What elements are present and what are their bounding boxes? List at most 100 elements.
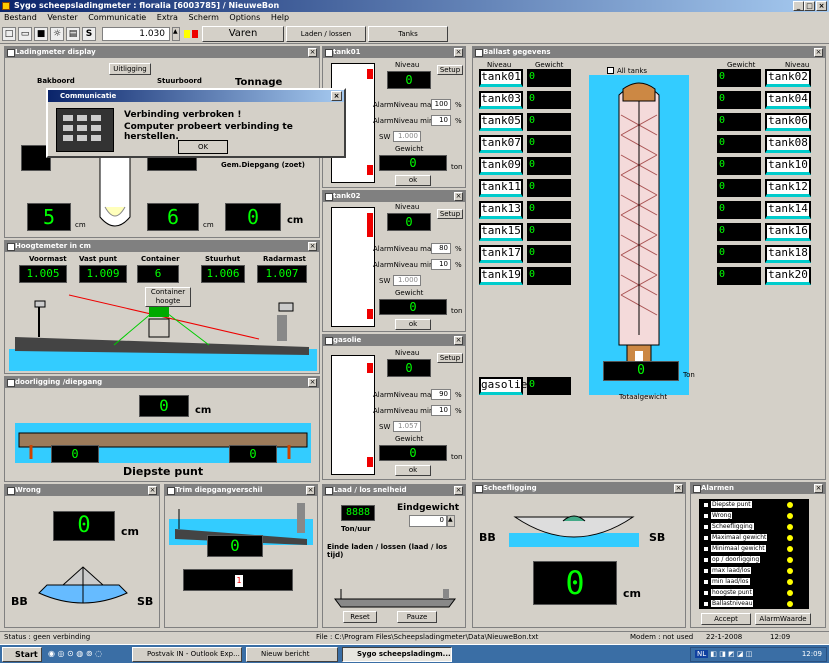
close-icon[interactable]: ×	[308, 242, 317, 251]
gasolie-setup-button[interactable]: Setup	[437, 353, 463, 363]
alarm-checkbox[interactable]	[703, 600, 709, 607]
ballast-tank-label-tank01[interactable]: tank01	[479, 69, 523, 87]
close-icon[interactable]: ×	[454, 48, 463, 57]
alarm-item[interactable]: Scheefligging	[703, 523, 793, 531]
ballast-tank-label-tank04[interactable]: tank04	[765, 91, 811, 109]
gasolie-tank-label[interactable]: gasolie	[479, 377, 527, 395]
reset-button[interactable]: Reset	[343, 611, 377, 623]
gasolie-min-input[interactable]: 10	[431, 405, 451, 416]
menu-bestand[interactable]: Bestand	[4, 13, 37, 22]
pauze-button[interactable]: Pauze	[397, 611, 437, 623]
alarm-item[interactable]: Ballastniveau	[703, 600, 793, 608]
all-tanks-checkbox[interactable]	[607, 67, 614, 74]
gasolie-max-input[interactable]: 90	[431, 389, 451, 400]
alarm-item[interactable]: Maximaal gewicht	[703, 534, 793, 542]
close-icon[interactable]: ×	[308, 48, 317, 57]
close-icon[interactable]: ×	[148, 486, 157, 495]
tank02-sw-input[interactable]: 1.000	[393, 275, 421, 286]
tank01-min-input[interactable]: 10	[431, 115, 451, 126]
ballast-tank-label-tank16[interactable]: tank16	[765, 223, 811, 241]
maximize-button[interactable]: □	[804, 1, 815, 11]
tank01-sw-input[interactable]: 1.000	[393, 131, 421, 142]
folder-icon[interactable]: ▤	[66, 27, 80, 41]
close-icon[interactable]: ×	[454, 336, 463, 345]
menu-options[interactable]: Options	[229, 13, 260, 22]
alarm-checkbox[interactable]	[703, 589, 709, 596]
alarm-checkbox[interactable]	[703, 578, 709, 585]
task-nieuw-bericht[interactable]: Nieuw bericht	[246, 647, 338, 662]
uitligging-button[interactable]: Uitligging	[109, 63, 151, 75]
tank02-max-input[interactable]: 80	[431, 243, 451, 254]
lang-indicator[interactable]: NL	[695, 650, 709, 658]
alarm-item[interactable]: max laad/los	[703, 567, 793, 575]
menu-venster[interactable]: Venster	[47, 13, 77, 22]
ballast-tank-label-tank13[interactable]: tank13	[479, 201, 523, 219]
ballast-tank-label-tank10[interactable]: tank10	[765, 157, 811, 175]
alarm-item[interactable]: Diepste punt	[703, 501, 793, 509]
ballast-tank-label-tank05[interactable]: tank05	[479, 113, 523, 131]
alarm-item[interactable]: op / doorligging	[703, 556, 793, 564]
ballast-tank-label-tank18[interactable]: tank18	[765, 245, 811, 263]
save-icon[interactable]: ■	[34, 27, 48, 41]
s-icon[interactable]: S	[82, 27, 96, 41]
menu-extra[interactable]: Extra	[157, 13, 178, 22]
close-icon[interactable]: ×	[306, 486, 315, 495]
settings-icon[interactable]: ☼	[50, 27, 64, 41]
ballast-tank-label-tank20[interactable]: tank20	[765, 267, 811, 285]
ballast-tank-label-tank14[interactable]: tank14	[765, 201, 811, 219]
ballast-tank-label-tank09[interactable]: tank09	[479, 157, 523, 175]
tank02-ok-button[interactable]: ok	[395, 319, 431, 330]
alarmwaarde-button[interactable]: AlarmWaarde	[755, 613, 811, 625]
menu-help[interactable]: Help	[271, 13, 289, 22]
alarm-item[interactable]: hoogste punt	[703, 589, 793, 597]
tank01-ok-button[interactable]: ok	[395, 175, 431, 186]
dialog-ok-button[interactable]: OK	[178, 140, 228, 154]
alarm-checkbox[interactable]	[703, 567, 709, 574]
tray-icons[interactable]: ◧ ◨ ◩ ◪ ◫	[710, 650, 752, 658]
dialog-close-button[interactable]: ×	[331, 91, 342, 101]
tank02-setup-button[interactable]: Setup	[437, 209, 463, 219]
ballast-tank-label-tank15[interactable]: tank15	[479, 223, 523, 241]
alarm-item[interactable]: Minimaal gewicht	[703, 545, 793, 553]
tank02-min-input[interactable]: 10	[431, 259, 451, 270]
laden-lossen-button[interactable]: Laden / lossen	[286, 26, 366, 42]
ballast-tank-label-tank08[interactable]: tank08	[765, 135, 811, 153]
ballast-tank-label-tank12[interactable]: tank12	[765, 179, 811, 197]
close-icon[interactable]: ×	[814, 484, 823, 493]
ballast-tank-label-tank11[interactable]: tank11	[479, 179, 523, 197]
alarm-checkbox[interactable]	[703, 545, 709, 552]
close-icon[interactable]: ×	[454, 486, 463, 495]
close-icon[interactable]: ×	[674, 484, 683, 493]
tank01-setup-button[interactable]: Setup	[437, 65, 463, 75]
tanks-button[interactable]: Tanks	[368, 26, 448, 42]
gasolie-sw-input[interactable]: 1.057	[393, 421, 421, 432]
ballast-tank-label-tank07[interactable]: tank07	[479, 135, 523, 153]
new-icon[interactable]: □	[2, 27, 16, 41]
accept-button[interactable]: Accept	[701, 613, 751, 625]
eindgewicht-input[interactable]: 0	[409, 515, 447, 527]
close-icon[interactable]: ×	[814, 48, 823, 57]
open-icon[interactable]: ▭	[18, 27, 32, 41]
alarm-checkbox[interactable]	[703, 556, 709, 563]
alarm-checkbox[interactable]	[703, 512, 709, 519]
task-outlook[interactable]: Postvak IN - Outlook Exp...	[132, 647, 242, 662]
close-button[interactable]: ×	[816, 1, 827, 11]
menu-communicatie[interactable]: Communicatie	[88, 13, 146, 22]
gasolie-ok-button[interactable]: ok	[395, 465, 431, 476]
quicklaunch-icons[interactable]: ◉ ◎ ⊙ ◍ ⊚ ◌	[48, 649, 128, 661]
alarm-checkbox[interactable]	[703, 534, 709, 541]
ballast-tank-label-tank06[interactable]: tank06	[765, 113, 811, 131]
tank01-max-input[interactable]: 100	[431, 99, 451, 110]
ballast-tank-label-tank19[interactable]: tank19	[479, 267, 523, 285]
close-icon[interactable]: ×	[308, 378, 317, 387]
task-sygo[interactable]: Sygo scheepsladingm...	[342, 647, 452, 662]
start-button[interactable]: Start	[2, 647, 42, 662]
varen-button[interactable]: Varen	[202, 26, 284, 42]
menu-scherm[interactable]: Scherm	[188, 13, 218, 22]
alarm-item[interactable]: min laad/los	[703, 578, 793, 586]
value-input[interactable]: 1.030	[102, 27, 170, 41]
spin-button[interactable]: ▲	[172, 27, 180, 41]
ballast-tank-label-tank03[interactable]: tank03	[479, 91, 523, 109]
minimize-button[interactable]: _	[793, 1, 804, 11]
close-icon[interactable]: ×	[454, 192, 463, 201]
